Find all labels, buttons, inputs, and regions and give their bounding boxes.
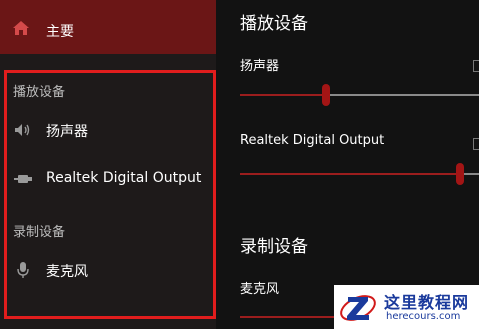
sidebar-item-speaker[interactable]: 扬声器 xyxy=(0,112,216,148)
watermark-title: 这里教程网 xyxy=(384,293,470,312)
sidebar-item-label: 扬声器 xyxy=(46,124,88,140)
watermark: 这里教程网 herecours.com xyxy=(334,285,479,329)
mute-icon[interactable] xyxy=(473,60,479,72)
slider-fill xyxy=(240,173,460,175)
sidebar-item-home[interactable]: 主要 xyxy=(0,0,216,54)
volume-slider-realtek[interactable] xyxy=(240,163,479,185)
digital-output-icon xyxy=(14,175,32,183)
sidebar: 主要 播放设备 扬声器 Realtek Digital Output 录制设备 … xyxy=(0,0,216,329)
mute-icon[interactable] xyxy=(473,138,479,150)
home-icon xyxy=(13,21,29,35)
sidebar-item-realtek-digital-output[interactable]: Realtek Digital Output xyxy=(0,161,216,197)
watermark-url: herecours.com xyxy=(386,311,461,322)
sidebar-item-microphone[interactable]: 麦克风 xyxy=(0,252,216,288)
speaker-icon xyxy=(15,124,30,136)
sidebar-item-label: Realtek Digital Output xyxy=(46,170,202,186)
recording-section-title: 录制设备 xyxy=(13,225,66,240)
main-panel: 播放设备 扬声器 Realtek Digital Output 录制设备 麦克风 xyxy=(216,0,479,329)
slider-fill xyxy=(240,94,326,96)
sidebar-item-label: 麦克风 xyxy=(46,264,88,280)
volume-slider-speaker[interactable] xyxy=(240,84,479,106)
home-label: 主要 xyxy=(46,24,74,40)
device-name-speaker: 扬声器 xyxy=(240,59,280,74)
slider-thumb[interactable] xyxy=(322,84,330,106)
recording-heading: 录制设备 xyxy=(240,237,308,257)
device-name-microphone: 麦克风 xyxy=(240,282,280,297)
slider-thumb[interactable] xyxy=(456,163,464,185)
playback-section-title: 播放设备 xyxy=(13,85,66,100)
playback-heading: 播放设备 xyxy=(240,14,308,34)
microphone-icon xyxy=(17,262,29,278)
watermark-logo xyxy=(340,295,376,321)
device-name-realtek: Realtek Digital Output xyxy=(240,133,385,148)
